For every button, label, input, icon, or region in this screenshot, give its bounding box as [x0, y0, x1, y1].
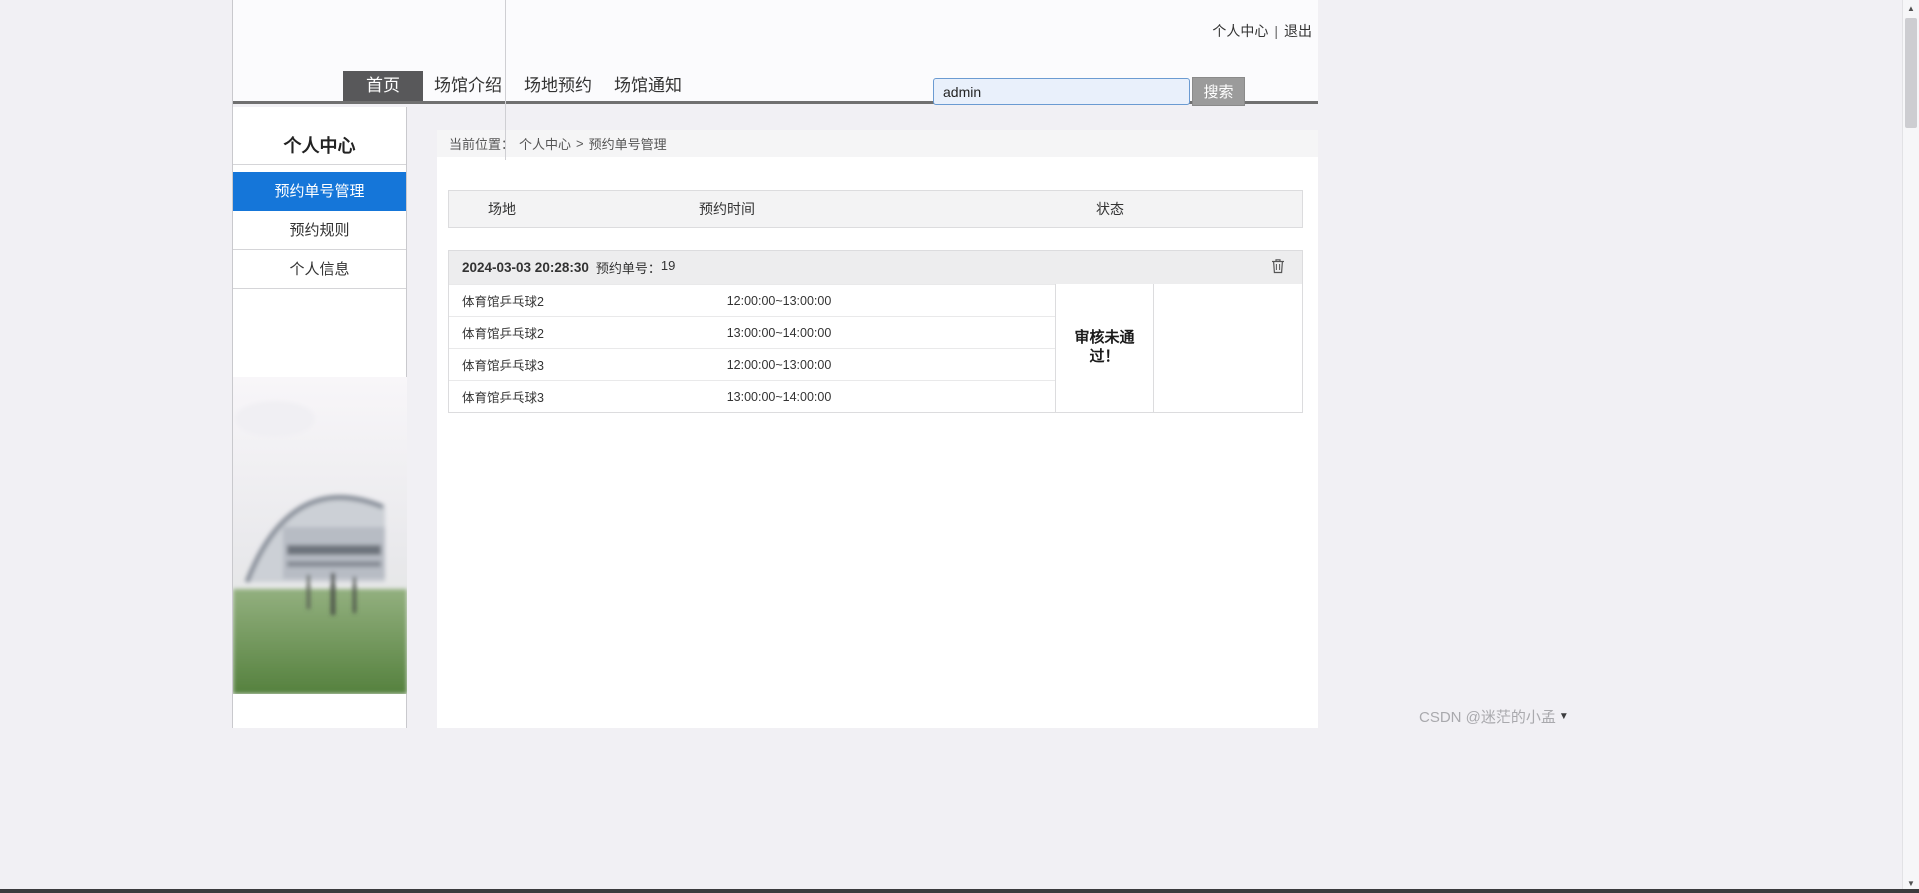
booking-order: 预约单号： 19: [596, 258, 675, 277]
column-header-time: 预约时间: [699, 201, 755, 217]
venue-cell: 体育馆乒乓球2: [462, 295, 544, 309]
breadcrumb-link-booking-orders[interactable]: 预约单号管理: [589, 134, 667, 153]
sidebar-menu: 预约单号管理 预约规则 个人信息: [233, 172, 406, 289]
delete-booking-button[interactable]: [1269, 256, 1287, 279]
breadcrumb-separator: >: [576, 136, 584, 151]
sidebar-title: 个人中心: [233, 128, 406, 165]
booking-datetime: 2024-03-03 20:28:30: [462, 260, 589, 275]
scrollbar-thumb[interactable]: [1905, 18, 1917, 128]
nav-tab-venue-booking[interactable]: 场地预约: [513, 71, 603, 101]
vertical-scrollbar[interactable]: ▲ ▼: [1902, 0, 1919, 893]
logout-link[interactable]: 退出: [1284, 21, 1312, 41]
topbar-links: 个人中心 | 退出: [1212, 21, 1312, 41]
breadcrumb: 当前位置： 个人中心 > 预约单号管理: [437, 130, 1318, 157]
empty-action-column: [1154, 284, 1302, 412]
topbar-separator: |: [1274, 23, 1278, 39]
table-row: 体育馆乒乓球2 13:00:00~14:00:00: [449, 316, 1055, 348]
watermark-text: CSDN @迷茫的小孟: [1419, 709, 1556, 726]
table-row: 体育馆乒乓球3 12:00:00~13:00:00: [449, 348, 1055, 380]
venue-cell: 体育馆乒乓球2: [462, 327, 544, 341]
window-bottom-edge: [0, 889, 1919, 893]
triangle-down-icon: ▼: [1558, 711, 1569, 722]
booking-group-body: 体育馆乒乓球2 12:00:00~13:00:00 体育馆乒乓球2 13:00:…: [449, 284, 1302, 412]
sidebar-item-booking-orders[interactable]: 预约单号管理: [233, 172, 406, 211]
main-panel: 当前位置： 个人中心 > 预约单号管理 场地 预约时间 状态 2024-03-0…: [437, 130, 1318, 728]
column-header-venue: 场地: [488, 201, 516, 217]
time-cell: 12:00:00~13:00:00: [726, 293, 832, 308]
stadium-photo: [233, 377, 407, 694]
sidebar-item-booking-rules[interactable]: 预约规则: [233, 211, 406, 250]
watermark: CSDN @迷茫的小孟 ▼: [1419, 706, 1569, 727]
search-box: 搜索: [933, 77, 1245, 106]
sidebar: 个人中心 预约单号管理 预约规则 个人信息: [233, 107, 407, 728]
nav-tab-home[interactable]: 首页: [343, 71, 423, 101]
booking-group: 2024-03-03 20:28:30 预约单号： 19 体育馆乒乓球2 12:…: [448, 250, 1303, 413]
breadcrumb-link-personal-center[interactable]: 个人中心: [519, 134, 571, 153]
booking-group-header: 2024-03-03 20:28:30 预约单号： 19: [449, 251, 1302, 284]
profile-link[interactable]: 个人中心: [1212, 21, 1268, 41]
booking-table-header: 场地 预约时间 状态: [448, 190, 1303, 228]
content-left-border: [232, 0, 233, 728]
column-header-status: 状态: [1096, 201, 1124, 217]
search-button[interactable]: 搜索: [1192, 77, 1245, 106]
status-badge: 审核未通过！: [1055, 284, 1154, 412]
nav-tab-venue-notice[interactable]: 场馆通知: [603, 71, 693, 101]
table-row: 体育馆乒乓球2 12:00:00~13:00:00: [449, 284, 1055, 316]
nav-tab-venue-intro[interactable]: 场馆介绍: [423, 71, 513, 101]
logo-area-border: [505, 0, 506, 160]
scroll-up-arrow-icon[interactable]: ▲: [1903, 0, 1919, 17]
time-cell: 13:00:00~14:00:00: [726, 325, 832, 340]
sidebar-item-personal-info[interactable]: 个人信息: [233, 250, 406, 289]
booking-rows: 体育馆乒乓球2 12:00:00~13:00:00 体育馆乒乓球2 13:00:…: [449, 284, 1055, 412]
booking-order-label: 预约单号：: [595, 261, 661, 276]
table-row: 体育馆乒乓球3 13:00:00~14:00:00: [449, 380, 1055, 412]
page: 个人中心 | 退出 首页 场馆介绍 场地预约 场馆通知 搜索 个人中心 预约单号…: [0, 0, 1919, 893]
time-cell: 12:00:00~13:00:00: [726, 357, 832, 372]
main-nav: 首页 场馆介绍 场地预约 场馆通知: [343, 71, 693, 101]
time-cell: 13:00:00~14:00:00: [726, 389, 832, 404]
venue-cell: 体育馆乒乓球3: [462, 359, 544, 373]
trash-icon: [1271, 258, 1285, 277]
venue-cell: 体育馆乒乓球3: [462, 391, 544, 405]
site-header: 个人中心 | 退出 首页 场馆介绍 场地预约 场馆通知 搜索: [232, 0, 1318, 106]
booking-order-number: 19: [660, 258, 676, 273]
search-input[interactable]: [933, 78, 1190, 105]
scroll-down-arrow-icon[interactable]: ▼: [1903, 879, 1919, 888]
